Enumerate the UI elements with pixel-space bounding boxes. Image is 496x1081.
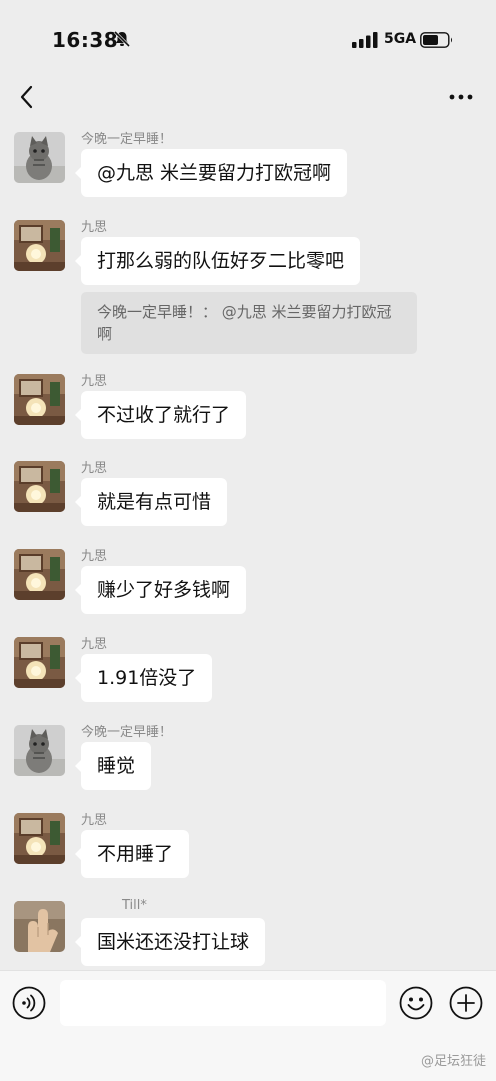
- battery-icon: [420, 32, 452, 48]
- chat-header: [0, 72, 496, 124]
- avatar[interactable]: [14, 132, 65, 183]
- sender-name: 今晚一定早睡！: [81, 132, 173, 147]
- plus-icon[interactable]: [449, 986, 483, 1020]
- more-dots-icon[interactable]: [448, 92, 474, 102]
- quoted-message[interactable]: 今晚一定早睡！： @九思 米兰要留力打欧冠啊: [81, 292, 417, 354]
- cat-avatar-icon: [14, 132, 65, 183]
- message-bubble[interactable]: 国米还还没打让球: [74, 918, 266, 966]
- avatar[interactable]: [14, 549, 65, 600]
- sender-name: 九思: [81, 374, 108, 389]
- status-bar: 16:38 5GA: [0, 0, 496, 72]
- chat-input-bar: @足坛狂徒: [0, 970, 496, 1081]
- sender-name: 九思: [81, 549, 108, 564]
- message-bubble[interactable]: 打那么弱的队伍好歹二比零吧: [74, 237, 361, 285]
- message-input[interactable]: [60, 980, 386, 1026]
- emoji-icon[interactable]: [399, 986, 433, 1020]
- bell-muted-icon: [113, 30, 131, 48]
- sender-name: 九思: [81, 461, 108, 476]
- voice-icon[interactable]: [12, 986, 46, 1020]
- message-bubble[interactable]: 就是有点可惜: [74, 478, 228, 526]
- avatar[interactable]: [14, 461, 65, 512]
- message-bubble[interactable]: 不过收了就行了: [74, 391, 247, 439]
- cellular-signal-icon: [352, 32, 378, 48]
- avatar[interactable]: [14, 813, 65, 864]
- message-bubble[interactable]: 睡觉: [74, 742, 152, 790]
- room-avatar-icon: [14, 374, 65, 425]
- sender-name: 九思: [81, 813, 108, 828]
- message-bubble[interactable]: 1.91倍没了: [74, 654, 213, 702]
- watermark: @足坛狂徒: [420, 1054, 486, 1069]
- avatar[interactable]: [14, 374, 65, 425]
- chat-title-pixelated: [190, 80, 340, 114]
- chevron-left-icon[interactable]: [16, 84, 38, 110]
- message-bubble[interactable]: 不用睡了: [74, 830, 190, 878]
- room-avatar-icon: [14, 461, 65, 512]
- avatar[interactable]: [14, 901, 65, 952]
- network-type: 5GA: [384, 31, 417, 47]
- sender-name: 九思: [81, 637, 108, 652]
- sender-name: Till*: [122, 898, 147, 913]
- cat-avatar-icon: [14, 725, 65, 776]
- room-avatar-icon: [14, 813, 65, 864]
- message-bubble[interactable]: @九思 米兰要留力打欧冠啊: [74, 149, 348, 197]
- room-avatar-icon: [14, 549, 65, 600]
- hand-avatar-icon: [14, 901, 65, 952]
- avatar[interactable]: [14, 637, 65, 688]
- room-avatar-icon: [14, 220, 65, 271]
- status-time: 16:38: [52, 28, 119, 52]
- avatar[interactable]: [14, 725, 65, 776]
- sender-name: 今晚一定早睡！: [81, 725, 173, 740]
- sender-name: 九思: [81, 220, 108, 235]
- avatar[interactable]: [14, 220, 65, 271]
- message-bubble[interactable]: 赚少了好多钱啊: [74, 566, 247, 614]
- room-avatar-icon: [14, 637, 65, 688]
